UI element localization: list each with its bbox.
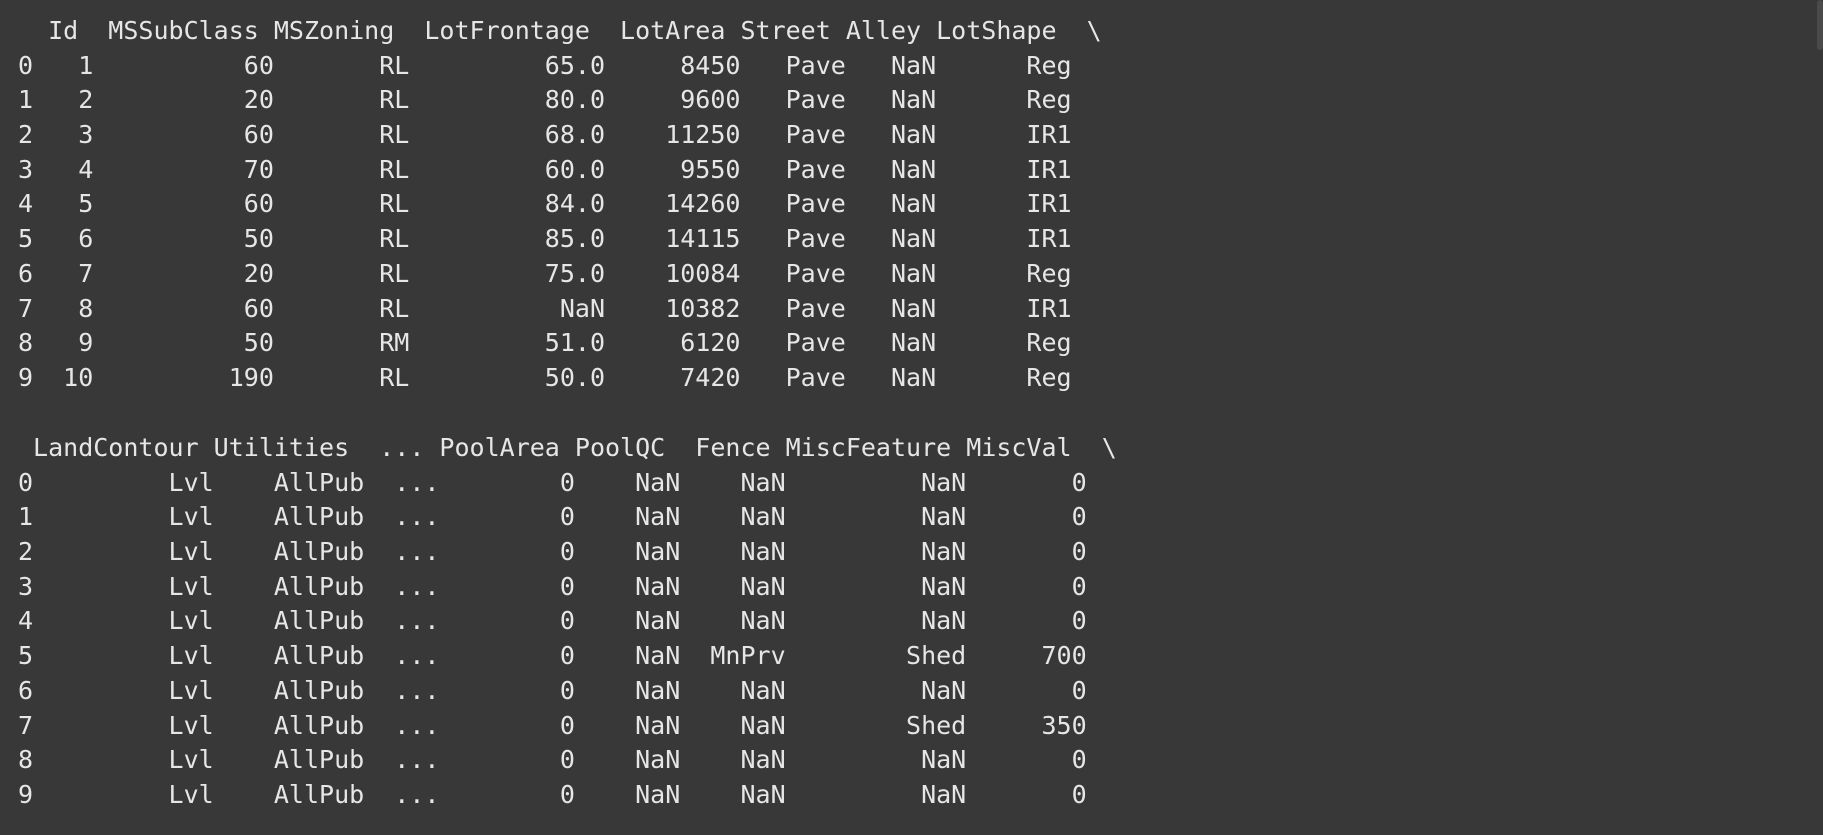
- dataframe-row: 0 Lvl AllPub ... 0 NaN NaN NaN 0: [18, 467, 1087, 497]
- dataframe-row: 5 6 50 RL 85.0 14115 Pave NaN IR1: [18, 224, 1072, 254]
- dataframe-row: 4 Lvl AllPub ... 0 NaN NaN NaN 0: [18, 606, 1087, 636]
- dataframe-row: 1 2 20 RL 80.0 9600 Pave NaN Reg: [18, 85, 1072, 115]
- dataframe-row: 5 Lvl AllPub ... 0 NaN MnPrv Shed 700: [18, 641, 1087, 671]
- dataframe-row: 7 Lvl AllPub ... 0 NaN NaN Shed 350: [18, 710, 1087, 740]
- dataframe-row: 0 1 60 RL 65.0 8450 Pave NaN Reg: [18, 50, 1072, 80]
- dataframe-row: 8 Lvl AllPub ... 0 NaN NaN NaN 0: [18, 745, 1087, 775]
- dataframe-row: 9 10 190 RL 50.0 7420 Pave NaN Reg: [18, 362, 1072, 392]
- dataframe-row: 6 Lvl AllPub ... 0 NaN NaN NaN 0: [18, 675, 1087, 705]
- dataframe-row: 6 7 20 RL 75.0 10084 Pave NaN Reg: [18, 258, 1072, 288]
- dataframe-row: 4 5 60 RL 84.0 14260 Pave NaN IR1: [18, 189, 1072, 219]
- dataframe-row: 2 Lvl AllPub ... 0 NaN NaN NaN 0: [18, 537, 1087, 567]
- notebook-output-cell: Id MSSubClass MSZoning LotFrontage LotAr…: [0, 0, 1823, 835]
- dataframe-header-row: Id MSSubClass MSZoning LotFrontage LotAr…: [18, 16, 1102, 45]
- dataframe-block-2: LandContour Utilities ... PoolArea PoolQ…: [18, 431, 1117, 813]
- dataframe-row: 2 3 60 RL 68.0 11250 Pave NaN IR1: [18, 120, 1072, 150]
- dataframe-row: 3 4 70 RL 60.0 9550 Pave NaN IR1: [18, 154, 1072, 184]
- dataframe-block-1: Id MSSubClass MSZoning LotFrontage LotAr…: [18, 14, 1102, 396]
- dataframe-row: 7 8 60 RL NaN 10382 Pave NaN IR1: [18, 293, 1072, 323]
- dataframe-header-row: LandContour Utilities ... PoolArea PoolQ…: [18, 433, 1117, 462]
- scrollbar-thumb[interactable]: [1817, 0, 1823, 50]
- dataframe-row: 1 Lvl AllPub ... 0 NaN NaN NaN 0: [18, 502, 1087, 532]
- dataframe-row: 9 Lvl AllPub ... 0 NaN NaN NaN 0: [18, 779, 1087, 809]
- dataframe-row: 3 Lvl AllPub ... 0 NaN NaN NaN 0: [18, 571, 1087, 601]
- dataframe-row: 8 9 50 RM 51.0 6120 Pave NaN Reg: [18, 328, 1072, 358]
